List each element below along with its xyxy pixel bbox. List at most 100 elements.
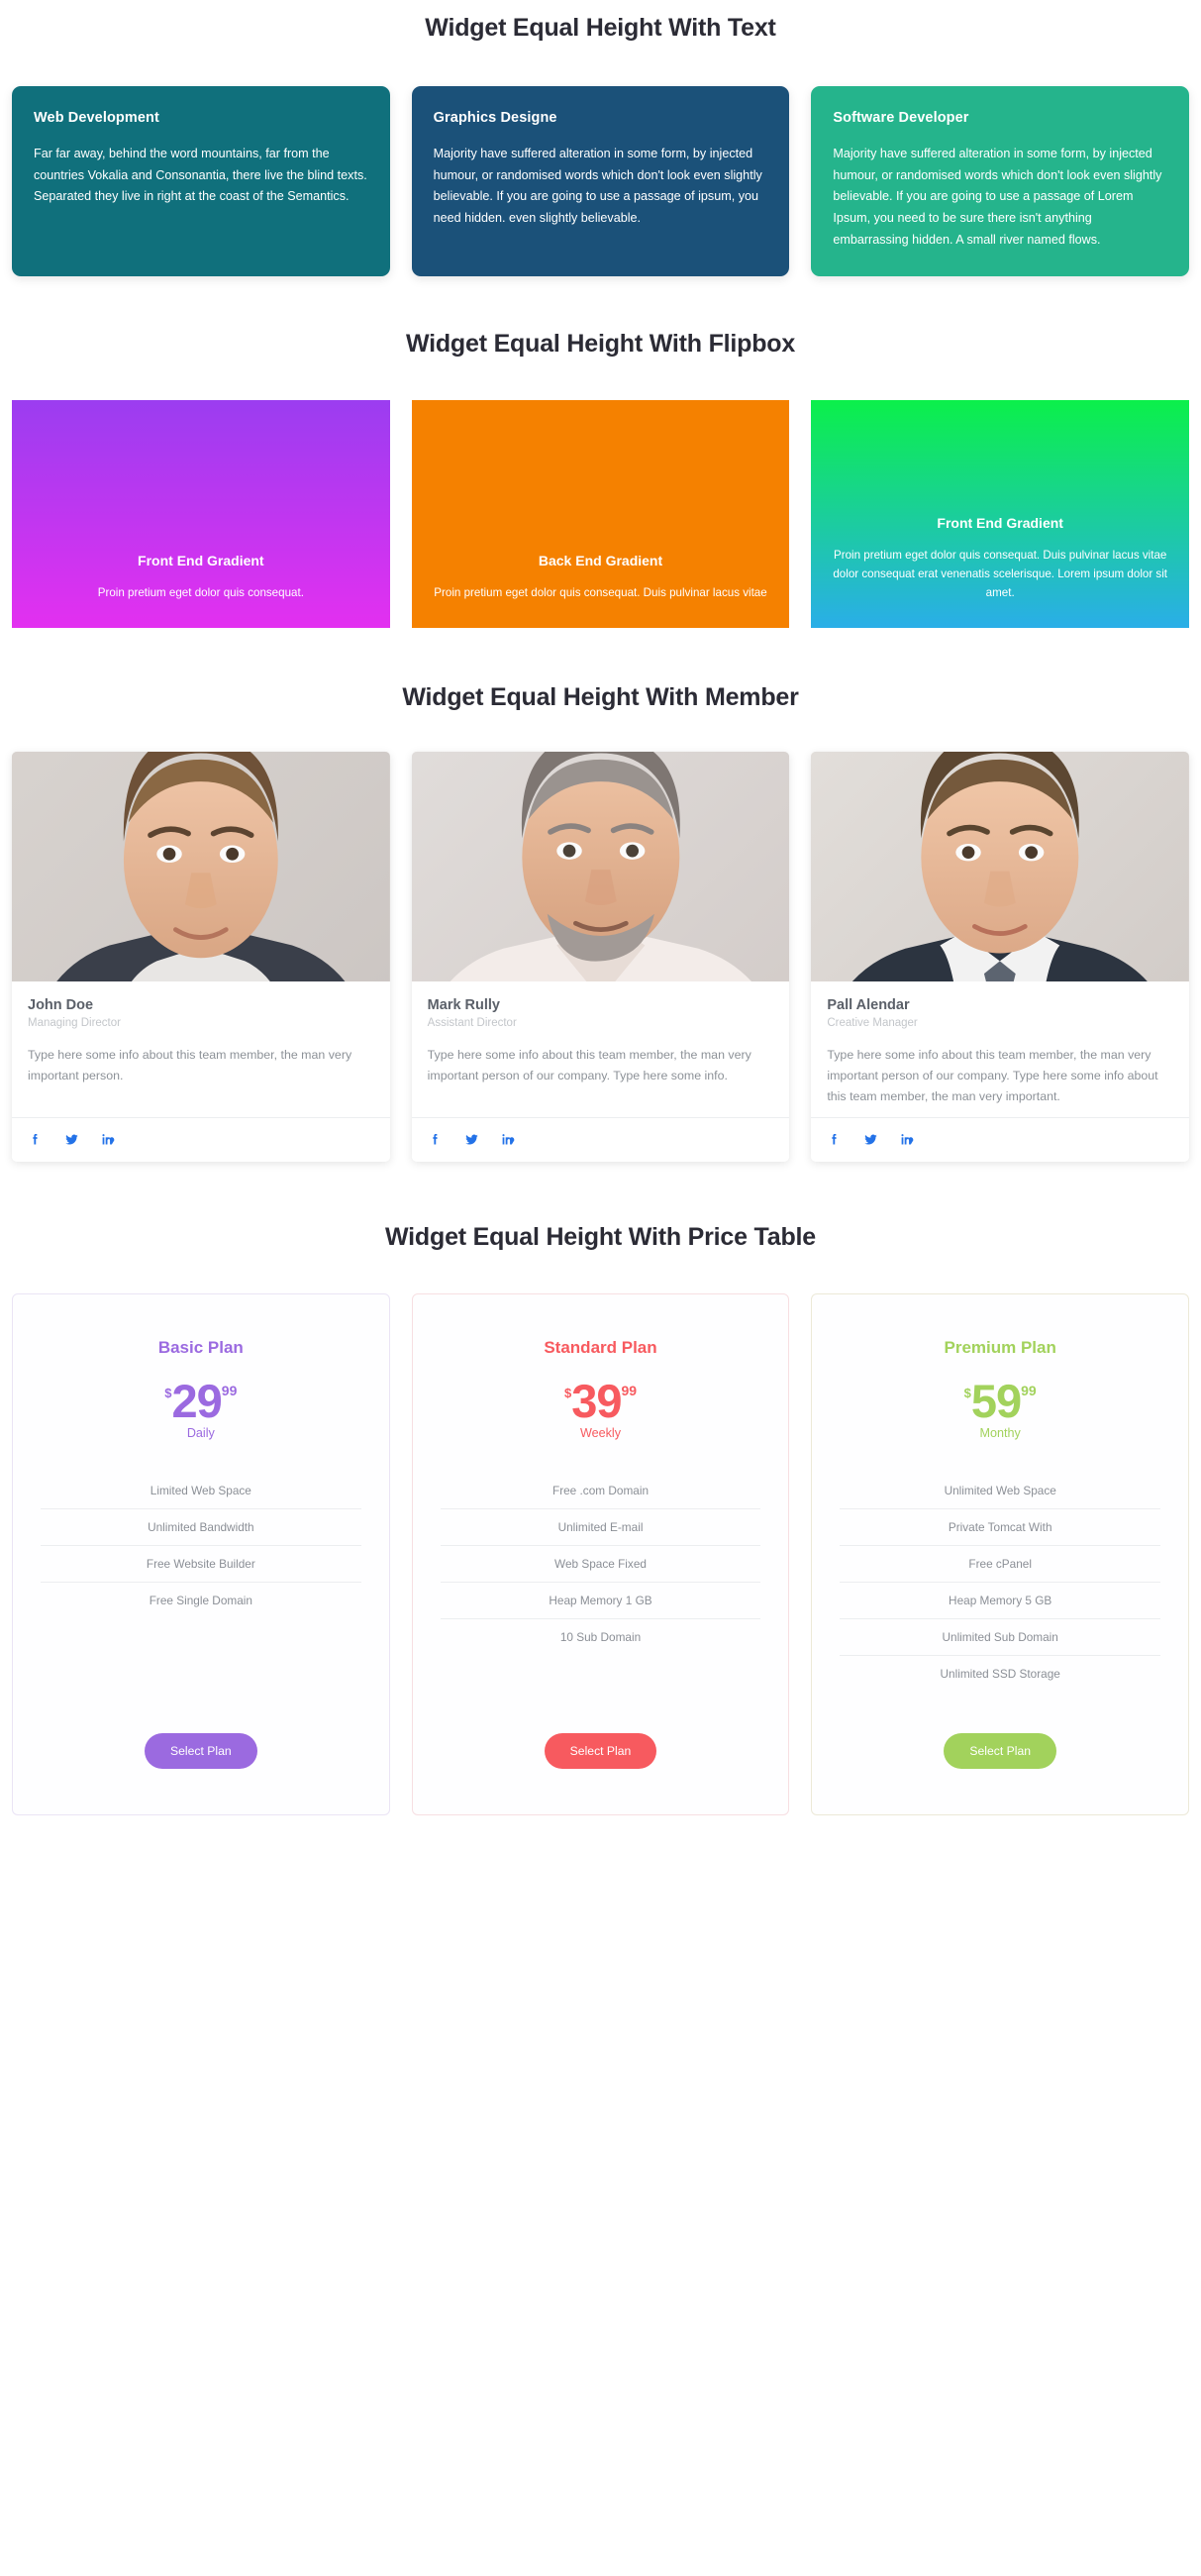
flipbox-card[interactable]: Front End Gradient Proin pretium eget do… [811, 400, 1190, 629]
member-photo [411, 752, 790, 982]
price-feature-item: Free Single Domain [41, 1581, 361, 1618]
price-plan-title: Standard Plan [544, 1337, 657, 1357]
price-feature-item: Free cPanel [840, 1544, 1161, 1582]
price-period: Daily [186, 1425, 215, 1440]
flipbox-body: Proin pretium eget dolor quis consequat.… [833, 548, 1168, 599]
text-card-col: Web Development Far far away, behind the… [12, 86, 390, 277]
select-plan-button[interactable]: Select Plan [944, 1732, 1056, 1769]
member-description: Type here some info about this team memb… [827, 1048, 1158, 1103]
price-feature-item: Limited Web Space [150, 1483, 251, 1497]
price-amount: $ 29 99 [164, 1378, 237, 1424]
text-card-title: Software Developer [833, 110, 969, 126]
price-feature-item: Unlimited Bandwidth [41, 1507, 361, 1545]
price-feature-item: Unlimited E-mail [440, 1507, 761, 1545]
flipbox-col: Front End Gradient Proin pretium eget do… [811, 400, 1190, 629]
section-title-member: Widget Equal Height With Member [402, 683, 799, 712]
linkedin-icon[interactable] [101, 1132, 116, 1147]
member-body: John Doe Managing Director Type here som… [12, 981, 390, 1116]
select-plan-button[interactable]: Select Plan [145, 1732, 257, 1769]
member-col: Pall Alendar Creative Manager Type here … [811, 752, 1190, 1162]
text-card-title: Web Development [34, 110, 159, 126]
price-feature-item: Unlimited SSD Storage [840, 1654, 1161, 1692]
price-currency: $ [164, 1385, 172, 1400]
portrait-young-man-image [12, 752, 390, 982]
price-cents: 99 [221, 1382, 238, 1398]
portrait-middle-aged-man-image [411, 752, 790, 982]
text-card[interactable]: Web Development Far far away, behind the… [12, 86, 390, 277]
section-member: Widget Equal Height With Member John Doe… [0, 628, 1201, 1162]
member-photo [12, 752, 390, 982]
text-card-title: Graphics Designe [433, 110, 557, 126]
price-cents: 99 [1021, 1382, 1037, 1398]
member-name: Mark Rully [427, 997, 501, 1014]
facebook-icon[interactable] [28, 1132, 43, 1147]
text-card[interactable]: Graphics Designe Majority have suffered … [411, 86, 790, 277]
member-card[interactable]: Mark Rully Assistant Director Type here … [411, 752, 790, 1162]
member-description: Type here some info about this team memb… [427, 1048, 751, 1083]
flipbox-row: Front End Gradient Proin pretium eget do… [0, 400, 1201, 629]
price-plan-title: Basic Plan [157, 1337, 244, 1357]
select-plan-button[interactable]: Select Plan [544, 1732, 657, 1769]
text-card-col: Graphics Designe Majority have suffered … [411, 86, 790, 277]
section-title-price: Widget Equal Height With Price Table [385, 1222, 816, 1251]
price-feature-item: Heap Memory 5 GB [840, 1581, 1161, 1618]
section-flipbox: Widget Equal Height With Flipbox Front E… [0, 276, 1201, 629]
section-title-flipbox: Widget Equal Height With Flipbox [405, 330, 796, 359]
member-role: Creative Manager [827, 1017, 918, 1030]
member-body: Pall Alendar Creative Manager Type here … [811, 981, 1189, 1116]
section-title-text: Widget Equal Height With Text [425, 14, 776, 42]
flipbox-card[interactable]: Back End Gradient Proin pretium eget dol… [411, 400, 790, 629]
price-feature-item: Unlimited Sub Domain [840, 1617, 1161, 1655]
price-amount: $ 59 99 [964, 1378, 1037, 1424]
price-feature-list: Unlimited Web Space Private Tomcat With Fr… [840, 1473, 1161, 1692]
member-role: Assistant Director [427, 1017, 517, 1030]
price-card[interactable]: Standard Plan $ 39 99 Weekly Free .com D… [411, 1292, 790, 1815]
flipbox-col: Front End Gradient Proin pretium eget do… [12, 400, 390, 629]
flipbox-body: Proin pretium eget dolor quis consequat.… [434, 585, 767, 599]
member-card[interactable]: Pall Alendar Creative Manager Type here … [811, 752, 1190, 1162]
member-role: Managing Director [28, 1017, 121, 1030]
price-integer: 59 [970, 1374, 1022, 1427]
price-feature-item: Private Tomcat With [840, 1507, 1161, 1545]
price-amount: $ 39 99 [564, 1378, 637, 1424]
member-card[interactable]: John Doe Managing Director Type here som… [12, 752, 390, 1162]
member-body: Mark Rully Assistant Director Type here … [412, 981, 790, 1116]
price-feature-item: Web Space Fixed [440, 1544, 761, 1582]
price-period: Weekly [579, 1425, 622, 1440]
text-card-col: Software Developer Majority have suffere… [811, 86, 1190, 277]
member-col: Mark Rully Assistant Director Type here … [411, 752, 790, 1162]
flipbox-card[interactable]: Front End Gradient Proin pretium eget do… [12, 400, 390, 629]
twitter-icon[interactable] [863, 1132, 878, 1147]
price-cents: 99 [621, 1382, 638, 1398]
member-name: John Doe [28, 997, 94, 1014]
linkedin-icon[interactable] [501, 1132, 516, 1147]
price-feature-item: Unlimited Web Space [944, 1483, 1056, 1497]
facebook-icon[interactable] [827, 1132, 842, 1147]
price-col: Basic Plan $ 29 99 Daily Limited Web Spa… [12, 1292, 390, 1815]
member-social-bar [811, 1116, 1190, 1162]
price-card[interactable]: Basic Plan $ 29 99 Daily Limited Web Spa… [12, 1292, 390, 1815]
member-photo [811, 752, 1190, 982]
price-plan-title: Premium Plan [944, 1337, 1056, 1357]
price-col: Premium Plan $ 59 99 Monthy Unlimited We… [811, 1292, 1190, 1815]
price-feature-list: Free .com Domain Unlimited E-mail Web Spac… [440, 1473, 761, 1655]
flipbox-body: Proin pretium eget dolor quis consequat. [97, 585, 304, 599]
section-text: Widget Equal Height With Text Web Develo… [0, 0, 1201, 277]
price-feature-item: 10 Sub Domain [440, 1617, 761, 1655]
page-root: Widget Equal Height With Text Web Develo… [0, 0, 1201, 1855]
twitter-icon[interactable] [64, 1132, 79, 1147]
price-col: Standard Plan $ 39 99 Weekly Free .com D… [411, 1292, 790, 1815]
linkedin-icon[interactable] [900, 1132, 915, 1147]
flipbox-title: Front End Gradient [138, 552, 264, 568]
price-integer: 29 [171, 1374, 223, 1427]
member-row: John Doe Managing Director Type here som… [0, 752, 1201, 1162]
twitter-icon[interactable] [464, 1132, 479, 1147]
flipbox-title: Back End Gradient [538, 552, 663, 568]
facebook-icon[interactable] [428, 1132, 443, 1147]
price-card[interactable]: Premium Plan $ 59 99 Monthy Unlimited We… [811, 1292, 1190, 1815]
section-price: Widget Equal Height With Price Table Bas… [0, 1162, 1201, 1855]
price-feature-item: Free Website Builder [41, 1544, 361, 1582]
price-feature-item: Free .com Domain [551, 1483, 650, 1497]
text-card[interactable]: Software Developer Majority have suffere… [811, 86, 1190, 277]
member-social-bar [411, 1116, 790, 1162]
